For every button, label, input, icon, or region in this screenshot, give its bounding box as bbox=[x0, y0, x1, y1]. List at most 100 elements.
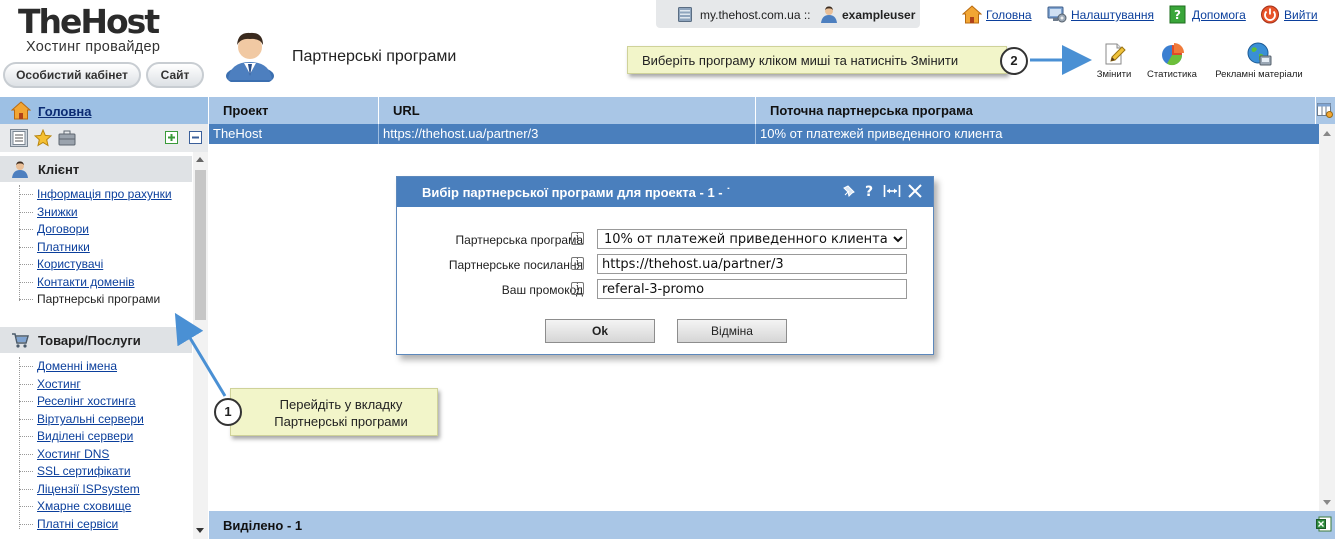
sidebar-item-label: Хостинг bbox=[37, 377, 81, 391]
cancel-button[interactable]: Відміна bbox=[677, 319, 787, 343]
table-row[interactable]: TheHost https://thehost.ua/partner/3 10%… bbox=[209, 124, 1319, 144]
maximize-width-icon[interactable] bbox=[883, 183, 901, 199]
sidebar-section-services[interactable]: Товари/Послуги bbox=[0, 327, 192, 353]
server-icon bbox=[678, 7, 692, 22]
toolbar-statistics-label: Статистика bbox=[1147, 69, 1197, 80]
close-icon[interactable] bbox=[907, 183, 923, 199]
info-icon[interactable]: i bbox=[571, 232, 584, 245]
info-icon[interactable]: i bbox=[571, 282, 584, 295]
logo-subtitle: Хостинг провайдер bbox=[26, 39, 161, 55]
svg-text:?: ? bbox=[865, 184, 873, 199]
table-scrollbar[interactable] bbox=[1319, 124, 1335, 512]
dialog-title: Вибір партнерської програми для проекта … bbox=[422, 185, 731, 200]
dialog-titlebar[interactable]: Вибір партнерської програми для проекта … bbox=[397, 177, 933, 207]
pin-icon[interactable] bbox=[841, 183, 857, 199]
top-link-home-label: Головна bbox=[986, 8, 1032, 22]
cart-icon bbox=[12, 333, 29, 348]
home-icon bbox=[11, 101, 31, 120]
partner-link-label: Партнерське посилання bbox=[448, 258, 583, 272]
sidebar-item-label: Хмарне сховище bbox=[37, 499, 132, 513]
sidebar-item-label: Контакти доменів bbox=[37, 275, 135, 289]
excel-export-icon[interactable] bbox=[1316, 516, 1332, 532]
sidebar-home-label: Головна bbox=[38, 104, 92, 119]
form-row-promo-code: Ваш промокод i bbox=[397, 279, 933, 299]
sidebar-home[interactable]: Головна bbox=[0, 97, 208, 124]
sidebar-scrollbar[interactable] bbox=[193, 152, 208, 539]
info-icon[interactable]: i bbox=[571, 257, 584, 270]
scroll-down-icon[interactable] bbox=[196, 528, 204, 533]
column-header-url[interactable]: URL bbox=[379, 97, 756, 124]
client-icon bbox=[12, 161, 28, 178]
partner-program-label: Партнерська програма bbox=[455, 233, 583, 247]
help-icon: ? bbox=[1169, 5, 1186, 24]
favorites-star-icon[interactable] bbox=[34, 129, 52, 147]
site-button[interactable]: Сайт bbox=[146, 62, 204, 88]
scroll-down-icon[interactable] bbox=[1323, 500, 1331, 505]
form-row-partner-link: Партнерське посилання i bbox=[397, 254, 933, 274]
list-view-icon[interactable] bbox=[10, 129, 28, 147]
svg-text:?: ? bbox=[1174, 8, 1181, 22]
partner-program-dialog: Вибір партнерської програми для проекта … bbox=[396, 176, 934, 355]
sidebar-item-label: Ліцензії ISPsystem bbox=[37, 482, 140, 496]
sidebar-item-label: Договори bbox=[37, 222, 90, 236]
cell-current-program: 10% от платежей приведенного клиента bbox=[760, 126, 1003, 141]
callout-step-1-line2: Партнерські програми bbox=[274, 414, 408, 429]
ok-button[interactable]: Ok bbox=[545, 319, 655, 343]
sidebar: Головна Клієнт Інформація про рахунки Зн… bbox=[0, 97, 208, 539]
column-header-current-program[interactable]: Поточна партнерська програма bbox=[756, 97, 1316, 124]
logo[interactable]: TheHost Хостинг провайдер bbox=[18, 2, 161, 55]
scroll-up-icon[interactable] bbox=[196, 157, 204, 162]
callout-step-1-line1: Перейдіть у вкладку bbox=[279, 397, 403, 412]
form-row-partner-program: Партнерська програма i 10% от платежей п… bbox=[397, 229, 933, 249]
sidebar-item-label: Партнерські програми bbox=[37, 292, 161, 306]
step-1-badge: 1 bbox=[214, 398, 242, 426]
sidebar-item-label: Виділені сервери bbox=[37, 429, 134, 443]
sidebar-item-label: Хостинг DNS bbox=[37, 447, 110, 461]
logo-title: TheHost bbox=[18, 2, 160, 41]
selected-count: Виділено - 1 bbox=[223, 518, 303, 533]
top-link-settings-label: Налаштування bbox=[1071, 8, 1154, 22]
table-footer: Виділено - 1 bbox=[209, 511, 1335, 539]
page-title: Партнерські програми bbox=[292, 48, 457, 65]
column-header-project[interactable]: Проект bbox=[209, 97, 379, 124]
pie-chart-icon bbox=[1162, 43, 1184, 66]
toolbar-statistics-button[interactable]: Статистика bbox=[1140, 42, 1204, 80]
help-icon[interactable]: ? bbox=[863, 183, 875, 199]
sidebar-item-label: Доменні імена bbox=[37, 359, 118, 373]
sidebar-section-client-label: Клієнт bbox=[38, 162, 80, 177]
sidebar-item-label: SSL сертифікати bbox=[37, 464, 131, 478]
host-label: my.thehost.com.ua :: bbox=[700, 8, 811, 22]
callout-step-2: Виберіть програму кліком миші та натисні… bbox=[627, 46, 1007, 74]
sidebar-scroll-thumb[interactable] bbox=[195, 170, 206, 320]
expand-all-icon[interactable] bbox=[165, 131, 178, 144]
cell-url: https://thehost.ua/partner/3 bbox=[379, 124, 756, 144]
step-2-badge: 2 bbox=[1000, 47, 1028, 75]
sidebar-item-label: Платники bbox=[37, 240, 90, 254]
callout-step-2-text: Виберіть програму кліком миші та натисні… bbox=[642, 53, 959, 68]
settings-icon bbox=[1047, 6, 1067, 23]
user-avatar-icon bbox=[226, 32, 274, 82]
partner-link-input[interactable] bbox=[597, 254, 907, 274]
toolbar-ad-materials-button[interactable]: Рекламні матеріали bbox=[1206, 42, 1312, 80]
sidebar-section-client[interactable]: Клієнт bbox=[0, 156, 192, 182]
cell-project: TheHost bbox=[209, 124, 379, 144]
power-icon bbox=[1261, 5, 1279, 24]
sidebar-item-label: Користувачі bbox=[37, 257, 104, 271]
collapse-all-icon[interactable] bbox=[189, 131, 202, 144]
account-bar: my.thehost.com.ua :: exampleuser bbox=[656, 0, 920, 28]
edit-icon bbox=[1105, 43, 1126, 65]
promo-code-input[interactable] bbox=[597, 279, 907, 299]
toolbar-edit-label: Змінити bbox=[1096, 69, 1132, 80]
briefcase-icon[interactable] bbox=[58, 129, 76, 147]
partner-program-select[interactable]: 10% от платежей приведенного клиента bbox=[597, 229, 907, 249]
home-icon bbox=[962, 5, 982, 24]
table-settings-icon[interactable] bbox=[1317, 103, 1333, 118]
sidebar-client-list: Інформація про рахунки Знижки Договори П… bbox=[0, 185, 192, 310]
toolbar-edit-button[interactable]: Змінити bbox=[1092, 42, 1136, 80]
personal-cabinet-button[interactable]: Особистий кабінет bbox=[3, 62, 141, 88]
table-header: Проект URL Поточна партнерська програма bbox=[209, 97, 1335, 124]
scroll-up-icon[interactable] bbox=[1323, 131, 1331, 136]
sidebar-item-label: Інформація про рахунки bbox=[37, 187, 172, 201]
username[interactable]: exampleuser bbox=[842, 8, 915, 22]
top-link-logout-label: Вийти bbox=[1284, 8, 1318, 22]
